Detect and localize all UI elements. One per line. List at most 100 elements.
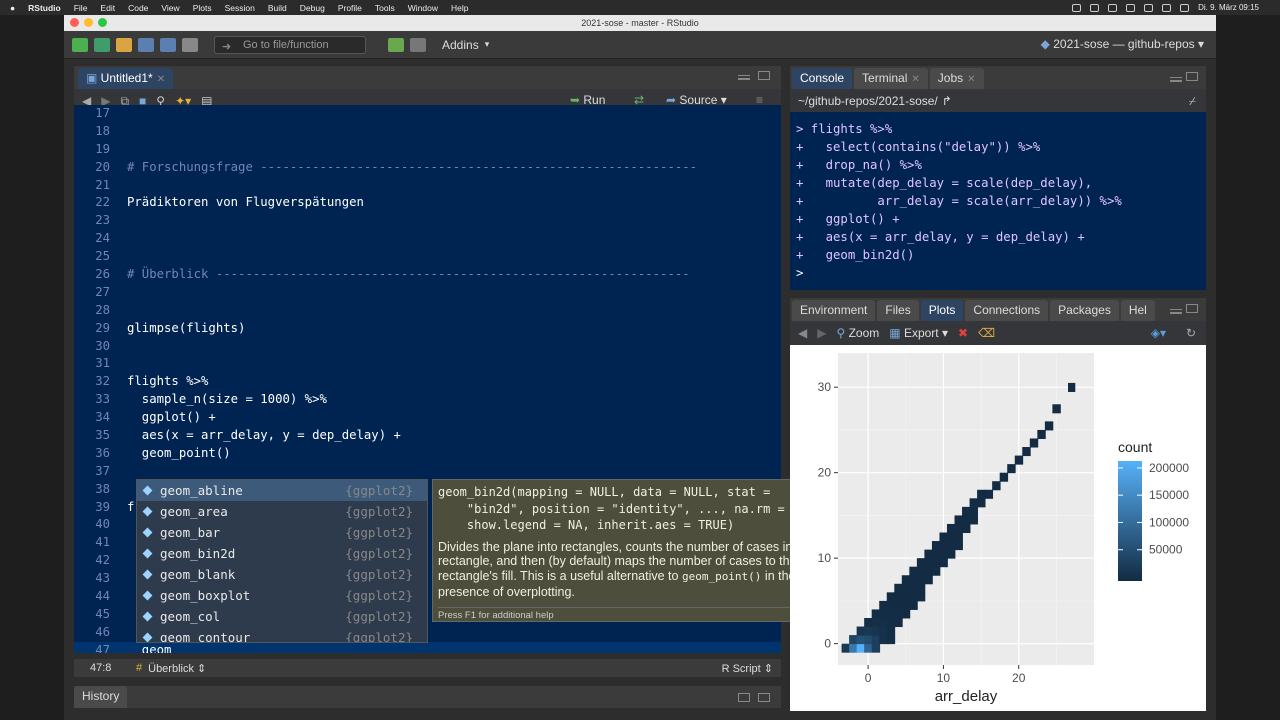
code-line[interactable]: 33 sample_n(size = 1000) %>% <box>74 391 781 409</box>
restore-pane-icon[interactable] <box>738 693 750 702</box>
remove-plot-icon[interactable]: ✖ <box>958 326 968 340</box>
bluetooth-icon[interactable] <box>1144 3 1154 12</box>
completion-item[interactable]: geom_col {ggplot2} <box>137 606 427 627</box>
code-line[interactable]: 27 <box>74 284 781 302</box>
tab-terminal[interactable]: Terminal ✕ <box>854 68 928 89</box>
save-icon[interactable] <box>138 37 154 52</box>
tab-environment[interactable]: Environment <box>792 300 876 321</box>
menu-help[interactable]: Help <box>451 3 468 13</box>
maximize-history-icon[interactable] <box>758 693 770 702</box>
tab-history[interactable]: History <box>74 686 128 708</box>
close-terminal-icon[interactable]: ✕ <box>911 74 919 85</box>
code-line[interactable]: 28 <box>74 302 781 320</box>
print-icon[interactable] <box>182 37 198 52</box>
menu-build[interactable]: Build <box>268 3 287 13</box>
completion-item[interactable]: geom_bin2d {ggplot2} <box>137 543 427 564</box>
save-all-icon[interactable] <box>160 37 176 52</box>
file-type-menu[interactable]: R Script ⇕ <box>722 662 773 675</box>
export-button[interactable]: ▦ Export ▾ <box>889 326 948 340</box>
app-menu[interactable]: RStudio <box>28 3 61 13</box>
search-icon[interactable] <box>1180 3 1190 12</box>
apple-menu-icon[interactable]: ● <box>10 3 15 13</box>
completion-item[interactable]: geom_boxplot {ggplot2} <box>137 585 427 606</box>
console-output[interactable]: > flights %>% + select(contains("delay"))… <box>790 112 1206 290</box>
tab-files[interactable]: Files <box>877 300 919 321</box>
menu-tools[interactable]: Tools <box>375 3 395 13</box>
new-file-icon[interactable] <box>72 37 88 52</box>
tab-plots[interactable]: Plots <box>920 300 964 321</box>
code-line[interactable]: 23 <box>74 212 781 230</box>
code-line[interactable]: 30 <box>74 338 781 356</box>
tab-help[interactable]: Hel <box>1120 300 1155 321</box>
plot-back-icon[interactable]: ◀ <box>798 326 807 340</box>
completion-item[interactable]: geom_area {ggplot2} <box>137 501 427 522</box>
code-line[interactable]: 47 geom_ <box>74 641 781 653</box>
code-line[interactable]: 17 <box>74 105 781 123</box>
tab-untitled1[interactable]: ▣ Untitled1* ✕ <box>78 68 174 89</box>
tab-console[interactable]: Console <box>792 68 853 89</box>
menu-file[interactable]: File <box>74 3 88 13</box>
code-line[interactable]: 22 Prädiktoren von Flugverspätungen <box>74 194 781 212</box>
minimize-console-icon[interactable] <box>1170 77 1182 82</box>
project-menu[interactable]: ◆ 2021-sose — github-repos ▾ <box>1041 37 1204 51</box>
close-jobs-icon[interactable]: ✕ <box>967 74 975 85</box>
menu-code[interactable]: Code <box>128 3 148 13</box>
maximize-pane-icon[interactable] <box>758 71 770 80</box>
addins-menu[interactable]: Addins <box>442 38 479 52</box>
minimize-window-button[interactable] <box>84 18 93 27</box>
code-line[interactable]: 29 glimpse(flights) <box>74 320 781 338</box>
minimize-pane-icon[interactable] <box>738 75 750 80</box>
close-window-button[interactable] <box>70 18 79 27</box>
completion-item[interactable]: geom_contour {ggplot2} <box>137 627 427 642</box>
close-tab-icon[interactable]: ✕ <box>157 74 165 85</box>
location-icon[interactable] <box>1090 3 1100 12</box>
tab-jobs[interactable]: Jobs ✕ <box>929 68 984 89</box>
completion-item[interactable]: geom_blank {ggplot2} <box>137 564 427 585</box>
volume-icon[interactable] <box>1126 3 1136 12</box>
record-icon[interactable] <box>1072 3 1082 12</box>
menu-plots[interactable]: Plots <box>193 3 212 13</box>
code-line[interactable]: 20 # Forschungsfrage --------------------… <box>74 159 781 177</box>
code-line[interactable]: 24 <box>74 230 781 248</box>
code-line[interactable]: 32 flights %>% <box>74 373 781 391</box>
open-file-icon[interactable] <box>116 37 132 52</box>
minimize-plots-icon[interactable] <box>1170 309 1182 314</box>
pane-layout-icon[interactable] <box>410 37 426 52</box>
goto-dir-icon[interactable]: ↱ <box>942 94 952 108</box>
tab-packages[interactable]: Packages <box>1050 300 1119 321</box>
code-line[interactable]: 25 <box>74 248 781 266</box>
tab-connections[interactable]: Connections <box>965 300 1049 321</box>
goto-file-input[interactable]: ➜ Go to file/function <box>214 35 366 54</box>
plot-forward-icon[interactable]: ▶ <box>817 326 826 340</box>
zoom-window-button[interactable] <box>98 18 107 27</box>
publish-icon[interactable]: ◈▾ <box>1151 326 1166 340</box>
addins-chevron-icon[interactable]: ▾ <box>485 39 490 50</box>
code-line[interactable]: 31 <box>74 355 781 373</box>
code-line[interactable]: 26 # Überblick --------------------------… <box>74 266 781 284</box>
completion-item[interactable]: geom_abline {ggplot2} <box>137 480 427 501</box>
new-project-icon[interactable] <box>94 37 110 52</box>
clock[interactable]: Di. 9. März 09:15 <box>1198 3 1259 12</box>
wifi-icon[interactable] <box>1162 3 1172 12</box>
completion-item[interactable]: geom_bar {ggplot2} <box>137 522 427 543</box>
refresh-plot-icon[interactable]: ↻ <box>1186 326 1196 340</box>
maximize-console-icon[interactable] <box>1186 72 1198 81</box>
clear-plots-icon[interactable]: ⌫ <box>978 326 995 340</box>
code-line[interactable]: 36 geom_point() <box>74 445 781 463</box>
console-path[interactable]: ~/github-repos/2021-sose/ <box>798 94 938 108</box>
menu-profile[interactable]: Profile <box>338 3 362 13</box>
code-line[interactable]: 18 <box>74 123 781 141</box>
maximize-plots-icon[interactable] <box>1186 304 1198 313</box>
menu-view[interactable]: View <box>161 3 179 13</box>
code-line[interactable]: 19 <box>74 141 781 159</box>
code-line[interactable]: 35 aes(x = arr_delay, y = dep_delay) + <box>74 427 781 445</box>
menu-edit[interactable]: Edit <box>100 3 115 13</box>
zoom-button[interactable]: ⚲ Zoom <box>836 326 879 340</box>
menu-debug[interactable]: Debug <box>300 3 325 13</box>
section-jump[interactable]: Überblick ⇕ <box>148 662 206 675</box>
screen-icon[interactable] <box>1108 3 1118 12</box>
code-line[interactable]: 21 <box>74 177 781 195</box>
vcs-icon[interactable] <box>388 37 404 52</box>
clear-console-icon[interactable]: ⌿ <box>1189 94 1196 109</box>
code-line[interactable]: 34 ggplot() + <box>74 409 781 427</box>
